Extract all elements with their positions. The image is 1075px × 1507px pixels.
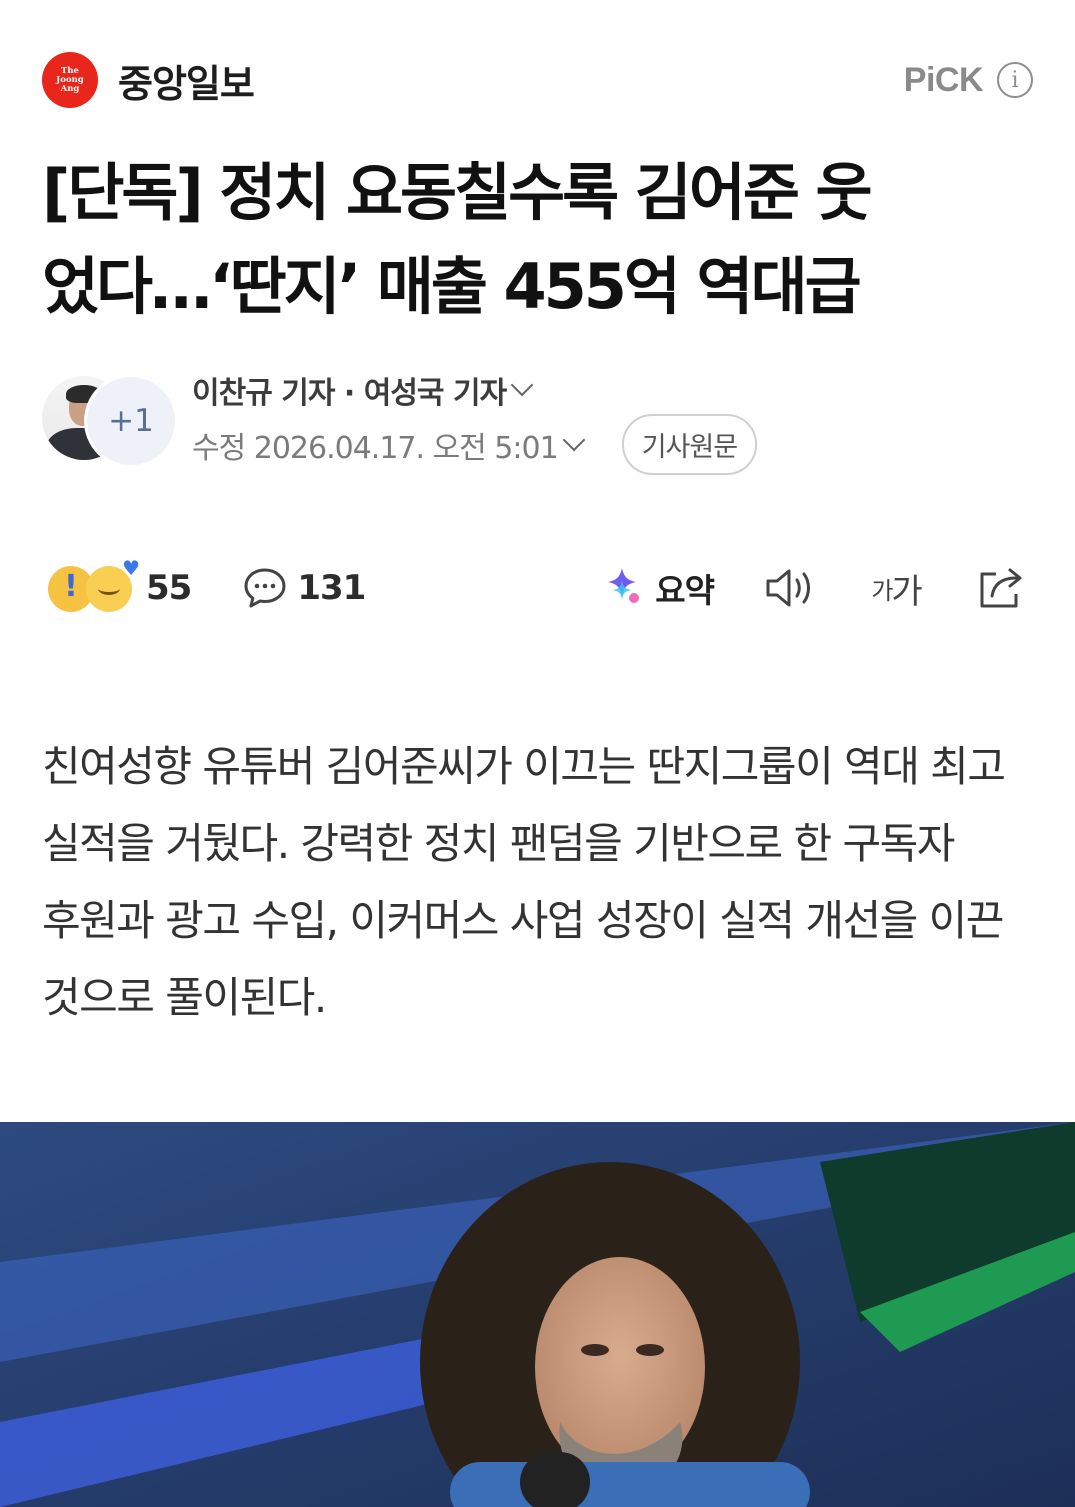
font-size-button[interactable]: 가가 xyxy=(866,558,926,618)
smile-emoji-icon xyxy=(86,556,140,612)
font-size-large-label: 가 xyxy=(891,571,922,612)
reporter-names[interactable]: 이찬규 기자 · 여성국 기자 xyxy=(192,368,534,412)
article-photo-image xyxy=(0,1122,1075,1507)
listen-button[interactable] xyxy=(760,558,820,618)
summary-button[interactable]: 요약 xyxy=(599,564,715,612)
reaction-count[interactable]: 55 xyxy=(146,568,192,608)
reporter-names-text: 이찬규 기자 · 여성국 기자 xyxy=(192,376,507,411)
article-toolbar: 55 131 요약 가가 xyxy=(42,556,1032,620)
title-line-2: 었다…‘딴지’ 매출 455억 역대급 xyxy=(42,250,862,323)
speaker-icon xyxy=(766,569,810,607)
byline: +1 이찬규 기자 · 여성국 기자 수정 2026.04.17. 오전 5:0… xyxy=(42,368,1032,478)
share-button[interactable] xyxy=(972,558,1032,618)
title-line-1: [단독] 정치 요동칠수록 김어준 웃 xyxy=(42,156,873,229)
summary-label: 요약 xyxy=(655,571,715,610)
press-name[interactable]: 중앙일보 xyxy=(118,53,255,108)
pick-label: PiCK xyxy=(903,60,984,99)
chevron-down-icon xyxy=(510,373,534,397)
meta-row: 수정 2026.04.17. 오전 5:01 기사원문 xyxy=(192,414,758,475)
original-article-button[interactable]: 기사원문 xyxy=(621,414,758,475)
chevron-down-icon[interactable] xyxy=(562,428,586,451)
updated-time[interactable]: 수정 2026.04.17. 오전 5:01 xyxy=(192,423,559,467)
press-header: The Joong Ang 중앙일보 PiCK i xyxy=(42,50,1033,110)
article-title: [단독] 정치 요동칠수록 김어준 웃 었다…‘딴지’ 매출 455억 역대급 xyxy=(42,146,1042,334)
share-icon xyxy=(980,568,1022,608)
info-icon[interactable]: i xyxy=(997,62,1033,98)
font-size-small-label: 가 xyxy=(871,576,893,605)
reporter-avatars[interactable]: +1 xyxy=(42,374,178,468)
reaction-icon[interactable] xyxy=(42,556,140,616)
pick-badge[interactable]: PiCK i xyxy=(904,61,1033,100)
article-lead: 친여성향 유튜버 김어준씨가 이끄는 딴지그룹이 역대 최고 실적을 거뒀다. … xyxy=(42,742,1006,1022)
comment-icon[interactable] xyxy=(241,564,289,612)
comment-count[interactable]: 131 xyxy=(297,568,366,608)
article-photo[interactable] xyxy=(0,1122,1075,1507)
logo-text-3: Ang xyxy=(60,83,80,94)
joongang-logo[interactable]: The Joong Ang xyxy=(42,52,98,108)
summary-icon xyxy=(608,568,640,603)
extra-reporters-badge: +1 xyxy=(84,374,178,468)
